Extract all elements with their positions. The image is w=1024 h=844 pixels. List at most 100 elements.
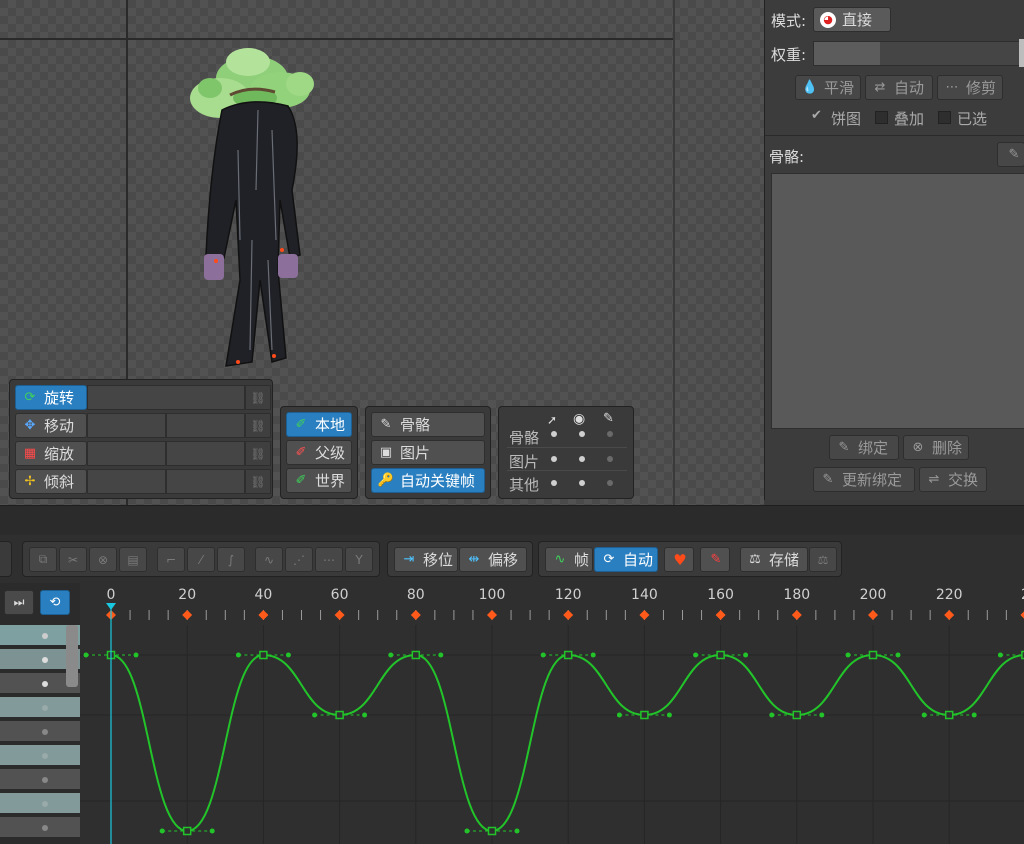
keyframe-point[interactable]	[944, 710, 954, 720]
curve-graph[interactable]	[80, 625, 1024, 844]
loop-curve-icon[interactable]: ∿	[255, 547, 283, 572]
bones-names-toggle[interactable]	[607, 431, 613, 437]
shear-y-field[interactable]	[166, 469, 245, 494]
scale-button[interactable]: ▦ 缩放	[15, 441, 87, 466]
copy-icon[interactable]: ⧉	[29, 547, 57, 572]
tangent-handle[interactable]	[464, 828, 470, 834]
pie-check-icon[interactable]: ✔	[811, 108, 822, 123]
prune-button[interactable]: ⋯ 修剪	[937, 75, 1003, 100]
ruler-key-marker[interactable]	[487, 610, 497, 620]
auto-weights-button[interactable]: ⇄ 自动	[865, 75, 933, 100]
paste-icon[interactable]: ▤	[119, 547, 147, 572]
tangent-handle[interactable]	[590, 652, 596, 658]
track-list[interactable]	[0, 625, 80, 844]
selected-checkbox[interactable]	[938, 111, 951, 124]
track-row[interactable]	[0, 721, 80, 743]
rotate-lock-icon[interactable]: ⛓	[245, 385, 271, 410]
tangent-handle[interactable]	[769, 712, 775, 718]
loop-button[interactable]: ⟲	[40, 590, 70, 615]
animation-curve[interactable]	[110, 653, 1024, 833]
tangent-handle[interactable]	[819, 712, 825, 718]
tangent-handle[interactable]	[209, 828, 215, 834]
world-axes-button[interactable]: ✐ 世界	[286, 468, 352, 493]
update-bind-button[interactable]: ✎ 更新绑定	[813, 467, 915, 492]
weight-slider-handle[interactable]	[1019, 39, 1024, 67]
bind-button[interactable]: ✎ 绑定	[829, 435, 899, 460]
ruler-key-marker[interactable]	[258, 610, 269, 620]
bones-list[interactable]	[771, 173, 1024, 429]
tangent-handle[interactable]	[666, 712, 672, 718]
tangent-handle[interactable]	[514, 828, 520, 834]
ruler-key-marker[interactable]	[334, 610, 345, 620]
dashes-curve-icon[interactable]: ⋯	[315, 547, 343, 572]
ruler-key-marker[interactable]	[944, 610, 955, 620]
parent-axes-button[interactable]: ✐ 父级	[286, 440, 352, 465]
skip-end-button[interactable]: ⏭	[4, 590, 34, 615]
tangent-handle[interactable]	[83, 652, 89, 658]
other-select-toggle[interactable]	[551, 480, 557, 486]
ruler-key-marker[interactable]	[1020, 610, 1024, 620]
key-bones-button[interactable]: ✎ 骨骼	[371, 412, 485, 437]
tangent-handle[interactable]	[133, 652, 139, 658]
favorite-button[interactable]: ♥	[664, 547, 694, 572]
overlay-checkbox[interactable]	[875, 111, 888, 124]
linear-curve-icon[interactable]: ⁄	[187, 547, 215, 572]
keyframe-point[interactable]	[487, 826, 497, 836]
delete-icon[interactable]: ⊗	[89, 547, 117, 572]
keyframe-point[interactable]	[792, 710, 802, 720]
tangent-handle[interactable]	[971, 712, 977, 718]
keyframe-point[interactable]	[640, 710, 649, 720]
auto-button[interactable]: ⟳ 自动	[594, 547, 658, 572]
shear-button[interactable]: ✢ 倾斜	[15, 469, 87, 494]
autokey-button[interactable]: 🔑 自动关键帧	[371, 468, 485, 493]
tangent-handle[interactable]	[388, 652, 394, 658]
timeline-ruler[interactable]: 0204060801001201401601802002202	[80, 583, 1024, 625]
track-row[interactable]	[0, 793, 80, 815]
translate-x-field[interactable]	[87, 413, 166, 438]
images-select-toggle[interactable]	[551, 456, 557, 462]
tangent-handle[interactable]	[895, 652, 901, 658]
shear-x-field[interactable]	[87, 469, 166, 494]
track-row[interactable]	[0, 769, 80, 791]
swap-button[interactable]: ⇌ 交换	[919, 467, 987, 492]
ruler-key-marker[interactable]	[791, 610, 802, 620]
local-axes-button[interactable]: ✐ 本地	[286, 412, 352, 437]
tangent-handle[interactable]	[362, 712, 368, 718]
bones-visible-toggle[interactable]	[579, 431, 585, 437]
ruler-key-marker[interactable]	[410, 610, 421, 620]
dots-curve-icon[interactable]: ⋰	[285, 547, 313, 572]
tangent-handle[interactable]	[540, 652, 546, 658]
remove-button[interactable]: ⊗ 删除	[903, 435, 969, 460]
scale-lock-icon[interactable]: ⛓	[245, 441, 271, 466]
keyframe-point[interactable]	[563, 650, 573, 660]
ruler-key-marker[interactable]	[563, 610, 574, 620]
keyframe-point[interactable]	[868, 650, 878, 660]
bezier-curve-icon[interactable]: ∫	[217, 547, 245, 572]
images-visible-toggle[interactable]	[579, 456, 585, 462]
key-color-button[interactable]: ✎	[700, 547, 730, 572]
bones-select-toggle[interactable]	[551, 431, 557, 437]
ruler-key-marker[interactable]	[715, 610, 726, 620]
tangent-handle[interactable]	[312, 712, 318, 718]
ruler-key-marker[interactable]	[182, 610, 193, 620]
ruler-key-marker[interactable]	[868, 610, 878, 620]
tangent-handle[interactable]	[235, 652, 241, 658]
tangent-handle[interactable]	[743, 652, 749, 658]
smooth-button[interactable]: 💧 平滑	[795, 75, 861, 100]
tangent-handle[interactable]	[159, 828, 165, 834]
shift-button[interactable]: ⇥ 移位	[394, 547, 458, 572]
split-curve-icon[interactable]: Y	[345, 547, 373, 572]
weight-slider[interactable]	[813, 41, 1021, 66]
frame-button[interactable]: ∿ 帧	[545, 547, 593, 572]
shear-lock-icon[interactable]: ⛓	[245, 469, 271, 494]
keyframe-point[interactable]	[259, 650, 268, 660]
stepped-curve-icon[interactable]: ⌐	[157, 547, 185, 572]
other-visible-toggle[interactable]	[579, 480, 585, 486]
track-row[interactable]	[0, 745, 80, 767]
tangent-handle[interactable]	[616, 712, 622, 718]
rotate-button[interactable]: ⟳ 旋转	[15, 385, 87, 410]
keyframe-point[interactable]	[182, 826, 192, 836]
tangent-handle[interactable]	[438, 652, 444, 658]
tangent-handle[interactable]	[285, 652, 291, 658]
tangent-handle[interactable]	[997, 652, 1003, 658]
